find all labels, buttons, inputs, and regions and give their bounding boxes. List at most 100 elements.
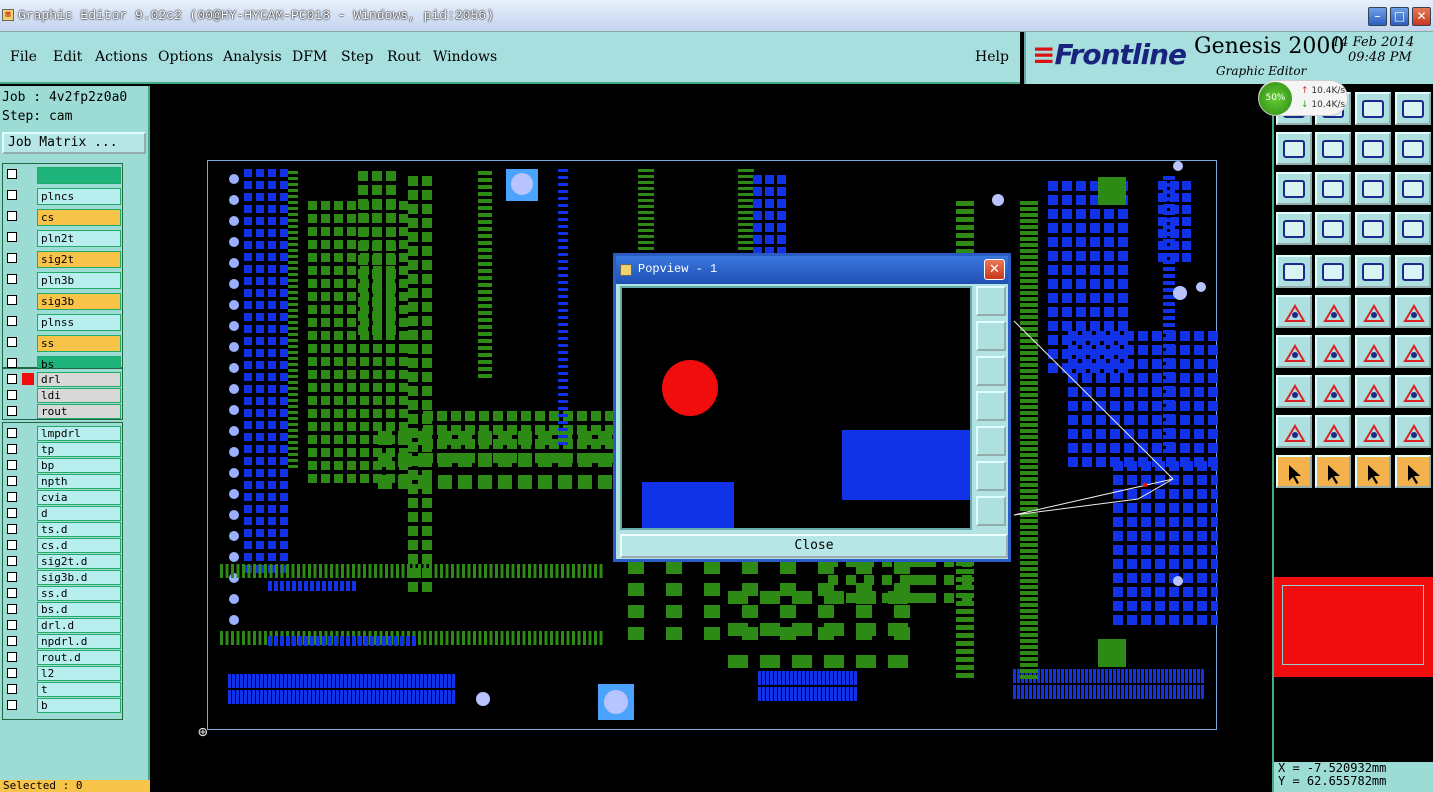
layer-checkbox[interactable] <box>7 524 17 534</box>
layer-row[interactable]: l2 <box>3 665 122 681</box>
layer-checkbox[interactable] <box>7 406 17 416</box>
layer-checkbox[interactable] <box>7 572 17 582</box>
layer-row[interactable]: cs.d <box>3 537 122 553</box>
xy-tool-button[interactable] <box>1395 92 1431 125</box>
job-matrix-button[interactable]: Job Matrix ... <box>2 132 146 154</box>
layer-row[interactable]: ldi <box>3 387 122 403</box>
layer-row[interactable]: bs.d <box>3 601 122 617</box>
layer-checkbox[interactable] <box>7 588 17 598</box>
menu-file[interactable]: File <box>10 49 37 65</box>
menu-actions[interactable]: Actions <box>95 49 148 65</box>
layer-name[interactable]: sig2t.d <box>37 554 121 569</box>
layer-row[interactable]: pln3b <box>3 271 122 289</box>
ruler-tool-button[interactable] <box>1355 255 1391 288</box>
layer-checkbox[interactable] <box>7 476 17 486</box>
draw-tool-button[interactable] <box>1315 335 1351 368</box>
layer-checkbox[interactable] <box>7 604 17 614</box>
pad-tool-button[interactable] <box>1276 255 1312 288</box>
layer-name[interactable]: ss.d <box>37 586 121 601</box>
layer-row[interactable]: plncs <box>3 187 122 205</box>
layer-checkbox[interactable] <box>7 190 17 200</box>
overview-minimap[interactable] <box>1274 577 1433 677</box>
popview-pan-right-button[interactable] <box>976 426 1006 456</box>
menu-windows[interactable]: Windows <box>433 49 497 65</box>
layer-row[interactable]: tp <box>3 441 122 457</box>
layer-checkbox[interactable] <box>7 374 17 384</box>
layer-row[interactable]: plnss <box>3 313 122 331</box>
layer-checkbox[interactable] <box>7 684 17 694</box>
layer-checkbox[interactable] <box>7 444 17 454</box>
layer-name[interactable]: l2 <box>37 666 121 681</box>
tri-d-tool-button[interactable] <box>1395 415 1431 448</box>
layer-name[interactable]: tp <box>37 442 121 457</box>
layer-name[interactable]: npth <box>37 474 121 489</box>
menu-dfm[interactable]: DFM <box>292 49 327 65</box>
circle-tool-button[interactable] <box>1395 255 1431 288</box>
layer-name[interactable]: cs.d <box>37 538 121 553</box>
arc-tool-button[interactable] <box>1276 335 1312 368</box>
menu-analysis[interactable]: Analysis <box>223 49 282 65</box>
menu-options[interactable]: Options <box>158 49 213 65</box>
layer-row[interactable]: cs <box>3 208 122 226</box>
menu-help[interactable]: Help <box>975 49 1009 65</box>
layer-checkbox[interactable] <box>7 337 17 347</box>
layer-row[interactable]: sig2t.d <box>3 553 122 569</box>
maximize-button[interactable]: □ <box>1390 7 1409 26</box>
popview-zoom-fit-button[interactable] <box>976 286 1006 316</box>
center-tool-button[interactable] <box>1315 172 1351 205</box>
popview-pan-left-button[interactable] <box>976 391 1006 421</box>
layer-name[interactable]: t <box>37 682 121 697</box>
layer-checkbox[interactable] <box>7 540 17 550</box>
layer-name[interactable]: drl <box>37 372 121 387</box>
layer-row[interactable]: npth <box>3 473 122 489</box>
copy-tool-button[interactable] <box>1395 295 1431 328</box>
layer-checkbox[interactable] <box>7 428 17 438</box>
layer-row[interactable]: sig3b.d <box>3 569 122 585</box>
net-tool-button[interactable] <box>1395 455 1431 488</box>
pointer-circle-tool-button[interactable] <box>1355 455 1391 488</box>
layer-name[interactable]: cvia <box>37 490 121 505</box>
attr-tool-button[interactable] <box>1276 375 1312 408</box>
layer-checkbox[interactable] <box>7 316 17 326</box>
layer-name[interactable]: cs <box>37 209 121 226</box>
line-tool-button[interactable] <box>1315 255 1351 288</box>
layer-name[interactable]: sig3b <box>37 293 121 310</box>
layer-name[interactable] <box>37 167 121 184</box>
layer-checkbox[interactable] <box>7 253 17 263</box>
rotate-tool-button[interactable] <box>1355 335 1391 368</box>
popview-close-icon[interactable]: ✕ <box>984 259 1005 280</box>
layer-row[interactable]: rout <box>3 403 122 419</box>
layer-name[interactable]: d <box>37 506 121 521</box>
close-window-button[interactable]: ✕ <box>1412 7 1431 26</box>
tri-a-tool-button[interactable] <box>1276 415 1312 448</box>
layer-checkbox[interactable] <box>7 492 17 502</box>
layer-checkbox[interactable] <box>7 295 17 305</box>
select-left-tool-button[interactable] <box>1276 132 1312 165</box>
layer-row[interactable]: sig3b <box>3 292 122 310</box>
layer-row[interactable]: drl.d <box>3 617 122 633</box>
layer-checkbox[interactable] <box>7 636 17 646</box>
tri-b-tool-button[interactable] <box>1315 415 1351 448</box>
layer-row[interactable]: ss <box>3 334 122 352</box>
layer-row[interactable]: sig2t <box>3 250 122 268</box>
resize-tool-button[interactable] <box>1355 375 1391 408</box>
layer-b-tool-button[interactable] <box>1395 212 1431 245</box>
layer-checkbox[interactable] <box>7 556 17 566</box>
layer-name[interactable]: plncs <box>37 188 121 205</box>
layer-row[interactable]: b <box>3 697 122 713</box>
layer-name[interactable]: lmpdrl <box>37 426 121 441</box>
menu-edit[interactable]: Edit <box>53 49 82 65</box>
select-right-tool-button[interactable] <box>1315 132 1351 165</box>
layer-checkbox[interactable] <box>7 390 17 400</box>
layer-checkbox[interactable] <box>7 700 17 710</box>
layer-name[interactable]: b <box>37 698 121 713</box>
tri-c-tool-button[interactable] <box>1355 415 1391 448</box>
group-tool-button[interactable] <box>1395 375 1431 408</box>
layer-checkbox[interactable] <box>7 460 17 470</box>
layer-row[interactable]: cvia <box>3 489 122 505</box>
layer-checkbox[interactable] <box>7 358 17 368</box>
layer-name[interactable]: drl.d <box>37 618 121 633</box>
grid-tool-button[interactable] <box>1315 212 1351 245</box>
layer-row[interactable] <box>3 166 122 184</box>
layer-row[interactable]: npdrl.d <box>3 633 122 649</box>
